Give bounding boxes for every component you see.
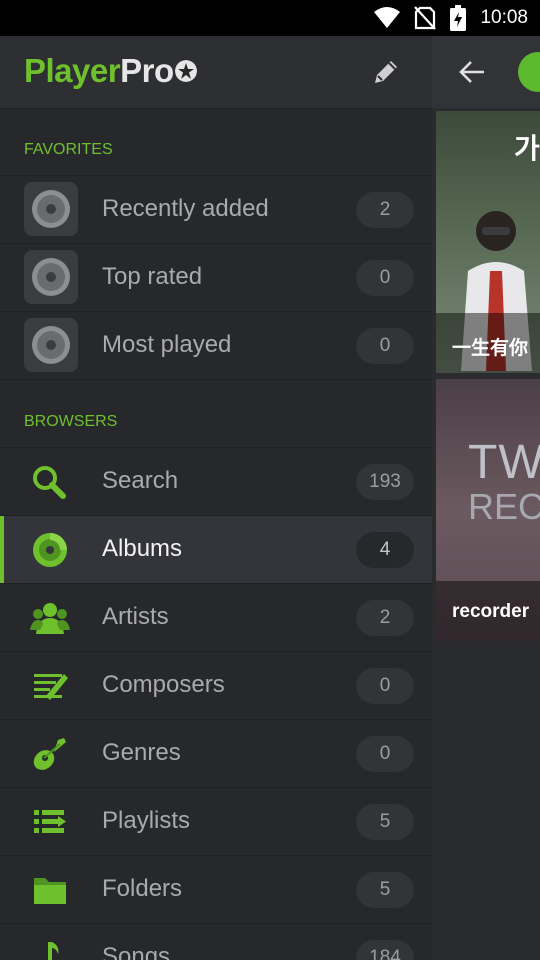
logo-text-player: Player (24, 52, 121, 89)
edit-pencil-icon[interactable] (370, 56, 402, 88)
wifi-icon (374, 7, 401, 28)
navigation-drawer: PlayerPro FAVORITES Recently added 2 Top… (0, 36, 432, 960)
row-label: Folders (102, 875, 183, 902)
row-label: Artists (102, 603, 169, 630)
favorite-item-top-rated[interactable]: Top rated 0 (0, 244, 432, 312)
count-badge: 2 (356, 600, 414, 636)
composers-icon (34, 674, 68, 700)
count-badge: 4 (356, 532, 414, 568)
artists-icon (30, 603, 70, 634)
favorites-header: FAVORITES (24, 141, 113, 158)
disc-icon (24, 250, 78, 304)
row-label: Genres (102, 739, 181, 766)
content-toolbar (432, 36, 540, 108)
row-label: Composers (102, 671, 225, 698)
folder-icon (34, 878, 66, 904)
browser-item-genres[interactable]: Genres 0 (0, 720, 432, 788)
battery-charging-icon (450, 5, 467, 31)
row-label: Top rated (102, 263, 203, 290)
logo-text-pro: Pro (120, 52, 174, 89)
drawer-header: PlayerPro (0, 36, 432, 109)
album-caption-bar: 一生有你 (436, 313, 540, 373)
row-label: Songs (102, 943, 171, 960)
browser-item-composers[interactable]: Composers 0 (0, 652, 432, 720)
divider (0, 379, 432, 380)
album-title: 一生有你 (452, 338, 529, 359)
favorite-item-most-played[interactable]: Most played 0 (0, 312, 432, 380)
browser-item-folders[interactable]: Folders 5 (0, 856, 432, 924)
disc-icon (24, 318, 78, 372)
search-icon (33, 466, 66, 499)
albums-content: 가 一生有你 TWI RECO recorder (432, 36, 540, 960)
album-art-text: RECO (468, 486, 540, 527)
album-icon (33, 533, 67, 567)
count-badge: 0 (356, 668, 414, 704)
no-sim-icon (414, 6, 437, 30)
status-bar: 10:08 (0, 0, 540, 36)
album-icon[interactable] (518, 52, 540, 92)
music-note-icon (48, 942, 59, 960)
album-tile[interactable]: TWI RECO recorder (436, 379, 540, 641)
album-art-text: 가 (514, 133, 540, 164)
playlist-icon (34, 810, 66, 833)
count-badge: 2 (356, 192, 414, 228)
status-time: 10:08 (480, 7, 528, 28)
disc-icon (24, 182, 78, 236)
count-badge: 0 (356, 260, 414, 296)
count-badge: 184 (356, 940, 414, 960)
guitar-icon (33, 738, 66, 770)
row-label: Search (102, 467, 179, 494)
browser-item-playlists[interactable]: Playlists 5 (0, 788, 432, 856)
browser-item-albums[interactable]: Albums 4 (0, 516, 432, 584)
browser-item-songs[interactable]: Songs 184 (0, 924, 432, 960)
browsers-header: BROWSERS (24, 413, 118, 430)
browser-item-search[interactable]: Search 193 (0, 448, 432, 516)
count-badge: 5 (356, 804, 414, 840)
row-label: Albums (102, 535, 183, 562)
album-art-text: TWI (468, 436, 540, 489)
row-label: Most played (102, 331, 232, 358)
star-icon (174, 60, 197, 83)
count-badge: 0 (356, 328, 414, 364)
row-label: Recently added (102, 195, 269, 222)
count-badge: 5 (356, 872, 414, 908)
app-logo: PlayerPro (24, 52, 197, 90)
album-tile[interactable]: 가 一生有你 (436, 111, 540, 373)
back-arrow-icon[interactable] (458, 58, 486, 86)
browser-item-artists[interactable]: Artists 2 (0, 584, 432, 652)
row-label: Playlists (102, 807, 191, 834)
count-badge: 0 (356, 736, 414, 772)
album-title: recorder (452, 601, 530, 622)
favorite-item-recently-added[interactable]: Recently added 2 (0, 176, 432, 244)
album-caption-bar: recorder (436, 581, 540, 641)
count-badge: 193 (356, 464, 414, 500)
